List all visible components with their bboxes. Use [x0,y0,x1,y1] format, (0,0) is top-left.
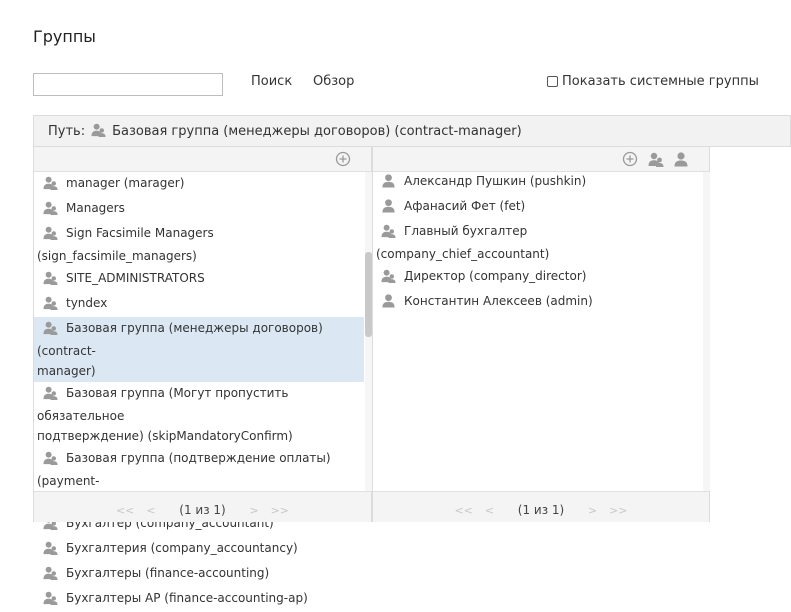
group-icon [381,223,396,244]
groups-pager: << < (1 из 1) > >> [34,491,371,522]
list-item-label: Sign Facsimile Managers (sign_facsimile_… [37,226,214,263]
group-icon [43,295,58,316]
pager-last-button[interactable]: >> [271,504,289,517]
list-item-label: tyndex [66,296,108,310]
groups-panel-header [34,147,371,172]
group-icon [43,385,58,406]
group-icon [43,450,58,471]
members-panel: Александр Пушкин (pushkin) Афанасий Фет (… [372,147,710,522]
show-system-groups-label: Показать системные группы [562,74,759,89]
add-user-member-icon[interactable] [673,151,689,171]
path-label: Путь: [48,123,86,139]
list-item-label: Бухгалтерия (company_accountancy) [66,541,298,555]
group-icon [43,175,58,196]
list-item-label: Константин Алексеев (admin) [404,294,593,308]
list-item[interactable]: Директор (company_director) [373,265,698,290]
user-icon [381,198,396,219]
list-item-label-continued: подтверждение) (skipMandatoryConfirm) [37,429,293,443]
group-icon [43,320,58,341]
groups-list: manager (marager) Managers Sign Facsimile … [34,172,364,612]
list-item[interactable]: Афанасий Фет (fet) [373,195,698,220]
list-item-label: Managers [66,201,125,215]
members-scrollbar[interactable] [703,172,710,491]
show-system-groups-toggle[interactable]: Показать системные группы [547,74,759,89]
search-button[interactable]: Поиск [251,74,292,89]
list-item[interactable]: Константин Алексеев (admin) [373,290,698,315]
groups-scrollbar-thumb[interactable] [365,252,372,337]
list-item[interactable]: Базовая группа (Могут пропустить обязате… [34,382,364,447]
list-item-label: SITE_ADMINISTRATORS [66,271,205,285]
pager-next-button[interactable]: > [588,504,597,517]
members-pager: << < (1 из 1) > >> [373,491,709,522]
list-item-label: Главный бухгалтер (company_chief_account… [376,224,550,261]
pager-first-button[interactable]: << [116,504,134,517]
members-panel-header [373,147,709,172]
search-input[interactable] [33,73,223,96]
list-item[interactable]: Бухгалтеры (finance-accounting) [34,562,364,587]
add-group-member-icon[interactable] [648,151,664,171]
list-item-label: Базовая группа (Могут пропустить обязате… [37,386,289,423]
list-item-label-continued: manager) [37,364,96,378]
pager-status: (1 из 1) [179,503,226,517]
list-item-label: Базовая группа (менеджеры договоров) (co… [37,321,323,358]
group-icon [91,122,106,141]
pager-prev-button[interactable]: < [485,504,494,517]
list-item[interactable]: Александр Пушкин (pushkin) [373,170,698,195]
page-title: Группы [33,27,96,46]
group-icon [381,268,396,289]
groups-panel: manager (marager) Managers Sign Facsimile … [33,147,372,605]
list-item-label: Александр Пушкин (pushkin) [404,174,587,188]
breadcrumb: Путь: Базовая группа (менеджеры договоро… [33,115,791,147]
group-icon [43,590,58,611]
pager-first-button[interactable]: << [454,504,472,517]
list-item[interactable]: tyndex [34,292,364,317]
group-icon [43,565,58,586]
list-item-label: Бухгалтеры (finance-accounting) [66,566,270,580]
list-item-label: Бухгалтеры АР (finance-accounting-ap) [66,591,308,605]
group-icon [43,200,58,221]
list-item[interactable]: Базовая группа (менеджеры договоров) (co… [34,317,364,382]
list-item[interactable]: Managers [34,197,364,222]
list-item-label: manager (marager) [66,176,185,190]
pager-status: (1 из 1) [517,503,565,517]
group-icon [43,540,58,561]
show-system-groups-checkbox[interactable] [547,76,558,87]
add-member-icon[interactable] [622,151,638,171]
list-item-label: Афанасий Фет (fet) [404,199,526,213]
list-item[interactable]: Бухгалтеры АР (finance-accounting-ap) [34,587,364,612]
list-item[interactable]: manager (marager) [34,172,364,197]
add-group-icon[interactable] [335,151,351,171]
members-list: Александр Пушкин (pushkin) Афанасий Фет (… [373,170,698,315]
user-icon [381,173,396,194]
path-value: Базовая группа (менеджеры договоров) (co… [112,123,522,139]
list-item[interactable]: Бухгалтерия (company_accountancy) [34,537,364,562]
pager-prev-button[interactable]: < [146,504,155,517]
list-item-label: Директор (company_director) [404,269,587,283]
group-icon [43,270,58,291]
groups-scrollbar[interactable] [365,172,372,491]
pager-next-button[interactable]: > [250,504,259,517]
pager-last-button[interactable]: >> [609,504,627,517]
list-item[interactable]: SITE_ADMINISTRATORS [34,267,364,292]
list-item[interactable]: Главный бухгалтер (company_chief_account… [373,220,698,265]
list-item-label: Базовая группа (подтверждение оплаты) (p… [37,451,331,488]
group-icon [43,225,58,246]
user-icon [381,293,396,314]
browse-button[interactable]: Обзор [313,74,354,89]
list-item[interactable]: Sign Facsimile Managers (sign_facsimile_… [34,222,364,267]
